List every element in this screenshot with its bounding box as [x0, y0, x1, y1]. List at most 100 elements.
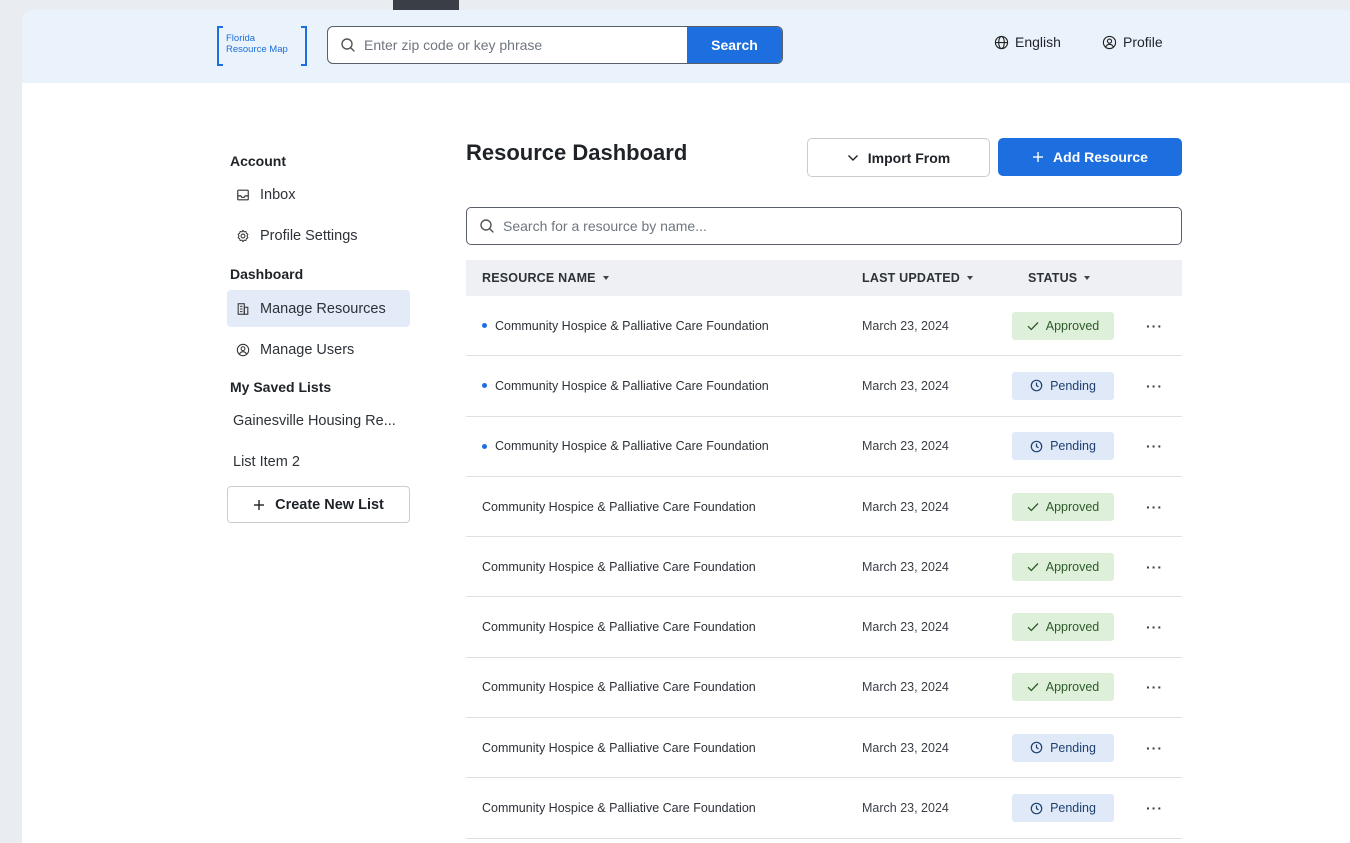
resource-name-cell[interactable]: Community Hospice & Palliative Care Foun…: [482, 658, 756, 717]
search-icon: [480, 219, 494, 233]
chevron-down-icon: [847, 154, 858, 161]
status-badge: Approved: [1012, 613, 1114, 642]
table-row[interactable]: Community Hospice & Palliative Care Foun…: [466, 718, 1182, 779]
status-badge: Approved: [1012, 552, 1114, 581]
last-updated-cell: March 23, 2024: [862, 620, 949, 635]
language-label: English: [1015, 34, 1061, 50]
last-updated-cell: March 23, 2024: [862, 439, 949, 454]
resources-table: RESOURCE NAME LAST UPDATED STATUS Commun…: [466, 260, 1182, 839]
sidebar-item-inbox[interactable]: Inbox: [227, 176, 410, 213]
column-header-last-updated[interactable]: LAST UPDATED: [862, 271, 973, 285]
search-icon: [341, 38, 355, 52]
sidebar-item-manage-resources[interactable]: Manage Resources: [227, 290, 410, 327]
sidebar-item-profile-settings[interactable]: Profile Settings: [227, 217, 410, 254]
table-header: RESOURCE NAME LAST UPDATED STATUS: [466, 260, 1182, 296]
table-row[interactable]: Community Hospice & Palliative Care Foun…: [466, 778, 1182, 839]
globe-icon: [994, 35, 1009, 49]
browser-top-strip: [0, 0, 1350, 10]
last-updated-cell: March 23, 2024: [862, 801, 949, 816]
resource-name-cell[interactable]: Community Hospice & Palliative Care Foun…: [482, 477, 756, 536]
status-badge: Pending: [1012, 371, 1114, 400]
row-more-options-button[interactable]: ···: [1146, 378, 1163, 394]
resource-name: Community Hospice & Palliative Care Foun…: [482, 740, 756, 755]
unread-dot-icon: [482, 383, 487, 389]
column-header-status[interactable]: STATUS: [1028, 271, 1091, 285]
profile-link[interactable]: Profile: [1102, 34, 1163, 50]
add-resource-label: Add Resource: [1053, 149, 1148, 165]
row-more-options-button[interactable]: ···: [1146, 559, 1163, 575]
row-more-options-button[interactable]: ···: [1146, 499, 1163, 515]
logo-bracket-right: [301, 26, 307, 66]
plus-icon: [254, 499, 265, 510]
resource-name-cell[interactable]: Community Hospice & Palliative Care Foun…: [482, 778, 756, 837]
resource-name-cell[interactable]: Community Hospice & Palliative Care Foun…: [482, 537, 756, 596]
column-header-label: LAST UPDATED: [862, 271, 960, 285]
status-badge: Approved: [1012, 311, 1114, 340]
zip-search-input[interactable]: [364, 27, 684, 63]
add-resource-button[interactable]: Add Resource: [998, 138, 1182, 176]
sidebar-item-label: Inbox: [260, 186, 296, 203]
check-icon: [1027, 321, 1039, 331]
logo-bracket-left: [217, 26, 223, 66]
resource-name: Community Hospice & Palliative Care Foun…: [495, 318, 769, 333]
table-row[interactable]: Community Hospice & Palliative Care Foun…: [466, 537, 1182, 598]
row-more-options-button[interactable]: ···: [1146, 679, 1163, 695]
browser-tab[interactable]: [393, 0, 459, 10]
status-label: Pending: [1050, 740, 1096, 755]
last-updated-cell: March 23, 2024: [862, 499, 949, 514]
language-selector[interactable]: English: [994, 34, 1061, 50]
table-row[interactable]: Community Hospice & Palliative Care Foun…: [466, 356, 1182, 417]
last-updated-cell: March 23, 2024: [862, 318, 949, 333]
logo[interactable]: Florida Resource Map: [217, 26, 307, 66]
status-label: Approved: [1045, 559, 1100, 574]
resource-name-cell[interactable]: Community Hospice & Palliative Care Foun…: [482, 296, 769, 355]
resource-name: Community Hospice & Palliative Care Foun…: [482, 620, 756, 635]
status-badge: Pending: [1012, 432, 1114, 461]
status-label: Approved: [1045, 318, 1100, 333]
table-row[interactable]: Community Hospice & Palliative Care Foun…: [466, 477, 1182, 538]
resource-name-cell[interactable]: Community Hospice & Palliative Care Foun…: [482, 417, 769, 476]
status-badge: Approved: [1012, 492, 1114, 521]
logo-text: Florida Resource Map: [226, 33, 288, 55]
unread-dot-icon: [482, 323, 487, 329]
resource-name: Community Hospice & Palliative Care Foun…: [495, 378, 769, 393]
sort-caret-icon: [1084, 276, 1091, 280]
saved-list-item[interactable]: List Item 2: [233, 454, 300, 470]
row-more-options-button[interactable]: ···: [1146, 619, 1163, 635]
resource-name-cell[interactable]: Community Hospice & Palliative Care Foun…: [482, 356, 769, 415]
row-more-options-button[interactable]: ···: [1146, 438, 1163, 454]
clock-icon: [1030, 380, 1043, 392]
status-label: Pending: [1050, 439, 1096, 454]
row-more-options-button[interactable]: ···: [1146, 740, 1163, 756]
table-row[interactable]: Community Hospice & Palliative Care Foun…: [466, 658, 1182, 719]
saved-list-item[interactable]: Gainesville Housing Re...: [233, 413, 396, 429]
inbox-icon: [237, 189, 249, 200]
clock-icon: [1030, 440, 1043, 453]
last-updated-cell: March 23, 2024: [862, 559, 949, 574]
create-new-list-button[interactable]: Create New List: [227, 486, 410, 523]
table-row[interactable]: Community Hospice & Palliative Care Foun…: [466, 597, 1182, 658]
table-row[interactable]: Community Hospice & Palliative Care Foun…: [466, 417, 1182, 477]
plus-icon: [1033, 152, 1044, 162]
search-button[interactable]: Search: [687, 27, 782, 63]
resource-name-cell[interactable]: Community Hospice & Palliative Care Foun…: [482, 597, 756, 656]
resource-name: Community Hospice & Palliative Care Foun…: [495, 439, 769, 454]
resource-search: [466, 207, 1182, 245]
row-more-options-button[interactable]: ···: [1146, 318, 1163, 334]
row-more-options-button[interactable]: ···: [1146, 800, 1163, 816]
import-from-button[interactable]: Import From: [807, 138, 990, 177]
sidebar-item-manage-users[interactable]: Manage Users: [227, 331, 410, 368]
app-window: Florida Resource Map Search English: [22, 10, 1350, 843]
table-row[interactable]: Community Hospice & Palliative Care Foun…: [466, 296, 1182, 357]
status-badge: Pending: [1012, 733, 1114, 762]
column-header-resource-name[interactable]: RESOURCE NAME: [482, 271, 609, 285]
sidebar-item-label: Profile Settings: [260, 227, 358, 244]
user-circle-icon: [1102, 35, 1117, 49]
column-header-label: RESOURCE NAME: [482, 271, 596, 285]
status-label: Pending: [1050, 801, 1096, 816]
last-updated-cell: March 23, 2024: [862, 680, 949, 695]
resource-search-input[interactable]: [503, 208, 1163, 244]
clock-icon: [1030, 741, 1043, 754]
resource-name-cell[interactable]: Community Hospice & Palliative Care Foun…: [482, 718, 756, 777]
create-new-list-label: Create New List: [275, 496, 384, 513]
